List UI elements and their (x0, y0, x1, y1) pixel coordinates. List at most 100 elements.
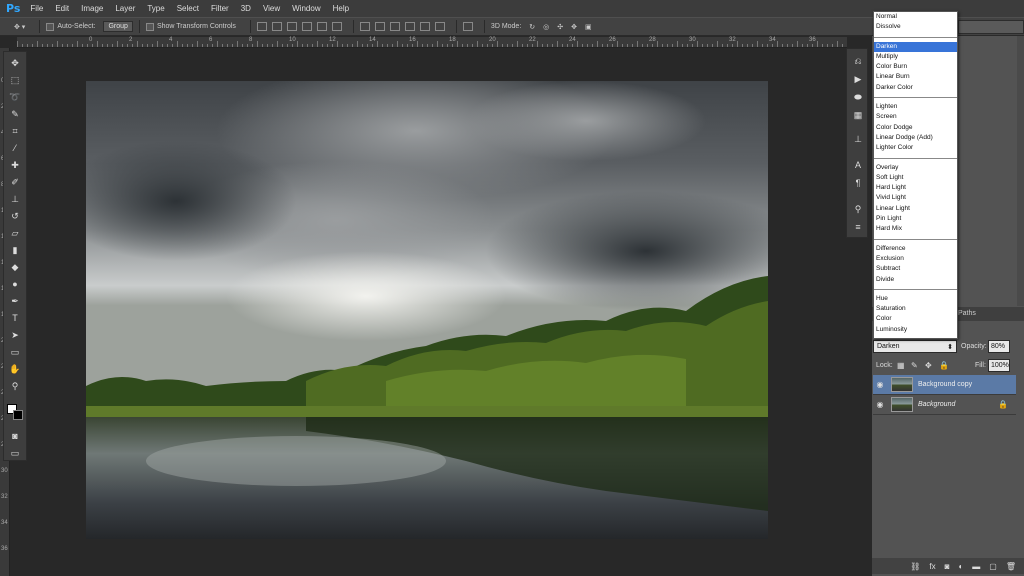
blend-option-vivid-light[interactable]: Vivid Light (874, 193, 957, 203)
new-layer-icon[interactable]: ▢ (989, 562, 997, 571)
align-hcenter-icon[interactable] (316, 22, 327, 31)
history-icon[interactable]: ⎌ (851, 55, 865, 67)
blend-option-lighten[interactable]: Lighten (874, 102, 957, 112)
menu-layer[interactable]: Layer (115, 4, 135, 13)
eyedropper-icon[interactable]: ⁄ (8, 141, 22, 155)
menu-window[interactable]: Window (292, 4, 320, 13)
lock-transparency-icon[interactable]: ▦ (897, 361, 906, 370)
blend-option-color-dodge[interactable]: Color Dodge (874, 123, 957, 133)
distribute-bottom-icon[interactable] (389, 22, 400, 31)
brush-preset-icon[interactable]: ⚲ (851, 203, 865, 215)
crop-icon[interactable]: ⌗ (8, 124, 22, 138)
delete-layer-icon[interactable]: 🗑 (1006, 562, 1016, 571)
blend-option-overlay[interactable]: Overlay (874, 163, 957, 173)
workspace-selector[interactable] (958, 20, 1024, 34)
rotate-3d-icon[interactable]: ↻ (529, 23, 535, 31)
screen-mode-icon[interactable]: ▭ (8, 446, 22, 460)
blend-option-luminosity[interactable]: Luminosity (874, 325, 957, 335)
hand-icon[interactable]: ✋ (8, 362, 22, 376)
blend-option-linear-dodge-add[interactable]: Linear Dodge (Add) (874, 133, 957, 143)
fill-input[interactable]: 100% (988, 359, 1010, 372)
pen-icon[interactable]: ✒ (8, 294, 22, 308)
lock-all-icon[interactable]: 🔒 (939, 361, 949, 370)
fx-icon[interactable]: fx (929, 562, 935, 571)
adjustment-layer-icon[interactable]: ◐ (958, 562, 963, 571)
lock-position-icon[interactable]: ✥ (925, 361, 934, 370)
scale-3d-icon[interactable]: ▣ (585, 23, 592, 31)
blend-option-linear-light[interactable]: Linear Light (874, 204, 957, 214)
blend-option-color[interactable]: Color (874, 314, 957, 324)
panel-scrollbar[interactable] (1017, 36, 1024, 306)
distribute-hcenter-icon[interactable] (419, 22, 430, 31)
background-color-swatch[interactable] (13, 410, 23, 420)
document-image[interactable] (86, 81, 768, 539)
path-select-icon[interactable]: ➤ (8, 328, 22, 342)
blend-mode-select[interactable]: Darken ⬍ (873, 340, 957, 353)
distribute-top-icon[interactable] (359, 22, 370, 31)
quick-mask-icon[interactable]: ◙ (8, 429, 22, 443)
blend-option-lighter-color[interactable]: Lighter Color (874, 143, 957, 153)
menu-edit[interactable]: Edit (55, 4, 69, 13)
actions-play-icon[interactable]: ▶ (851, 73, 865, 85)
menu-3d[interactable]: 3D (241, 4, 251, 13)
align-bottom-icon[interactable] (286, 22, 297, 31)
visibility-eye-icon[interactable]: ◉ (873, 380, 887, 389)
visibility-eye-icon[interactable]: ◉ (873, 400, 887, 409)
type-icon[interactable]: T (8, 311, 22, 325)
menu-image[interactable]: Image (81, 4, 103, 13)
adjust-icon[interactable]: ⊥ (851, 133, 865, 145)
opacity-input[interactable]: 80% (988, 340, 1010, 353)
menu-filter[interactable]: Filter (211, 4, 229, 13)
blend-option-linear-burn[interactable]: Linear Burn (874, 72, 957, 82)
blend-option-subtract[interactable]: Subtract (874, 264, 957, 274)
blend-option-darker-color[interactable]: Darker Color (874, 83, 957, 93)
blend-option-divide[interactable]: Divide (874, 275, 957, 285)
spot-heal-icon[interactable]: ✚ (8, 158, 22, 172)
blend-option-normal[interactable]: Normal (874, 12, 957, 22)
tool-preset-icon[interactable]: ≡ (851, 221, 865, 233)
blend-option-darken[interactable]: Darken (874, 41, 957, 52)
shape-icon[interactable]: ▭ (8, 345, 22, 359)
menu-file[interactable]: File (30, 4, 43, 13)
3d-icon[interactable]: ⬬ (851, 91, 865, 103)
auto-select-checkbox[interactable]: Auto-Select: (46, 22, 95, 31)
grid-icon[interactable]: ▦ (851, 109, 865, 121)
auto-align-icon[interactable] (462, 22, 473, 31)
new-group-icon[interactable]: ▬ (972, 562, 980, 571)
marquee-icon[interactable]: ⬚ (8, 73, 22, 87)
layer-row-background[interactable]: ◉ Background 🔒 (873, 395, 1016, 415)
blend-option-hard-mix[interactable]: Hard Mix (874, 224, 957, 234)
menu-view[interactable]: View (263, 4, 280, 13)
roll-3d-icon[interactable]: ◎ (543, 23, 549, 31)
distribute-right-icon[interactable] (434, 22, 445, 31)
character-icon[interactable]: A (851, 159, 865, 171)
blend-option-difference[interactable]: Difference (874, 244, 957, 254)
align-left-icon[interactable] (301, 22, 312, 31)
lasso-icon[interactable]: ➰ (8, 90, 22, 104)
blend-option-screen[interactable]: Screen (874, 112, 957, 122)
brush-icon[interactable]: ✐ (8, 175, 22, 189)
menu-select[interactable]: Select (177, 4, 199, 13)
dodge-icon[interactable]: ● (8, 277, 22, 291)
blend-option-saturation[interactable]: Saturation (874, 304, 957, 314)
lock-pixels-icon[interactable]: ✎ (911, 361, 920, 370)
menu-help[interactable]: Help (333, 4, 349, 13)
transform-controls-checkbox[interactable]: Show Transform Controls (145, 22, 236, 31)
paragraph-icon[interactable]: ¶ (851, 177, 865, 189)
history-brush-icon[interactable]: ↺ (8, 209, 22, 223)
gradient-icon[interactable]: ▮ (8, 243, 22, 257)
distribute-left-icon[interactable] (404, 22, 415, 31)
link-layers-icon[interactable]: ⛓ (910, 562, 920, 571)
blend-mode-dropdown[interactable]: Normal Dissolve Darken Multiply Color Burn Li… (873, 11, 958, 339)
move-icon[interactable]: ✥ (8, 56, 22, 70)
stamp-icon[interactable]: ⊥ (8, 192, 22, 206)
menu-type[interactable]: Type (147, 4, 164, 13)
align-vcenter-icon[interactable] (271, 22, 282, 31)
blend-option-pin-light[interactable]: Pin Light (874, 214, 957, 224)
blend-option-hue[interactable]: Hue (874, 294, 957, 304)
eraser-icon[interactable]: ▱ (8, 226, 22, 240)
quick-select-icon[interactable]: ✎ (8, 107, 22, 121)
layer-row-background-copy[interactable]: ◉ Background copy (873, 375, 1016, 395)
move-tool-preset-icon[interactable]: ✥ ▾ (14, 23, 25, 31)
blend-option-multiply[interactable]: Multiply (874, 52, 957, 62)
